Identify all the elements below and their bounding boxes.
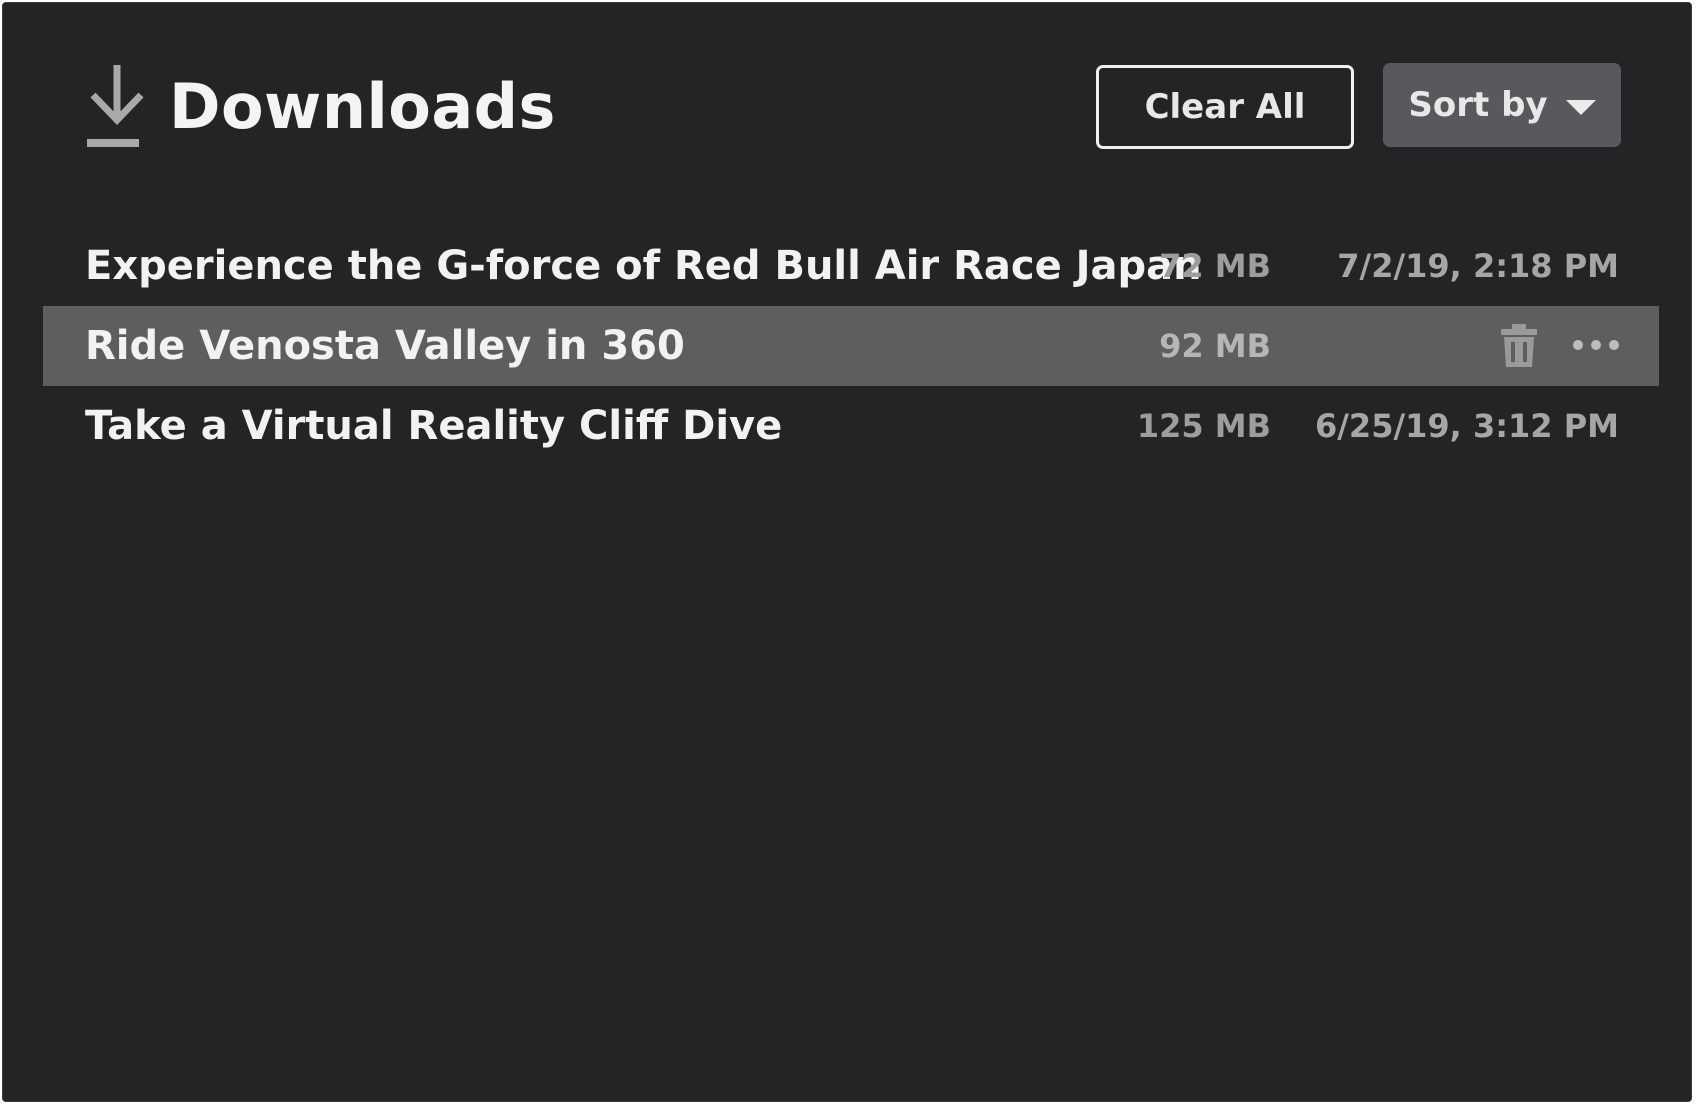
download-row[interactable]: Take a Virtual Reality Cliff Dive 125 MB… (43, 386, 1659, 466)
sort-by-dropdown[interactable]: Sort by (1383, 63, 1621, 147)
download-size: 92 MB (1159, 327, 1271, 365)
clear-all-button[interactable]: Clear All (1096, 65, 1354, 149)
downloads-panel: Downloads Clear All Sort by Experience t… (2, 2, 1692, 1102)
chevron-down-icon (1565, 99, 1596, 115)
downloads-list: Experience the G-force of Red Bull Air R… (43, 226, 1659, 466)
download-row[interactable]: Experience the G-force of Red Bull Air R… (43, 226, 1659, 306)
download-icon (87, 65, 144, 147)
download-name: Experience the G-force of Red Bull Air R… (85, 243, 1202, 289)
trash-icon[interactable] (1499, 323, 1539, 369)
clear-all-label: Clear All (1144, 87, 1306, 127)
download-name: Take a Virtual Reality Cliff Dive (85, 403, 783, 449)
sort-by-label: Sort by (1408, 85, 1548, 125)
download-row-selected[interactable]: Ride Venosta Valley in 360 92 MB (43, 306, 1659, 386)
download-size: 72 MB (1159, 247, 1271, 285)
download-date: 7/2/19, 2:18 PM (1337, 247, 1619, 285)
more-options-icon[interactable] (1571, 332, 1621, 358)
download-date: 6/25/19, 3:12 PM (1314, 407, 1619, 445)
download-size: 125 MB (1136, 407, 1271, 445)
downloads-header: Downloads Clear All Sort by (3, 3, 1691, 203)
download-name: Ride Venosta Valley in 360 (85, 323, 685, 369)
page-title: Downloads (169, 70, 556, 143)
